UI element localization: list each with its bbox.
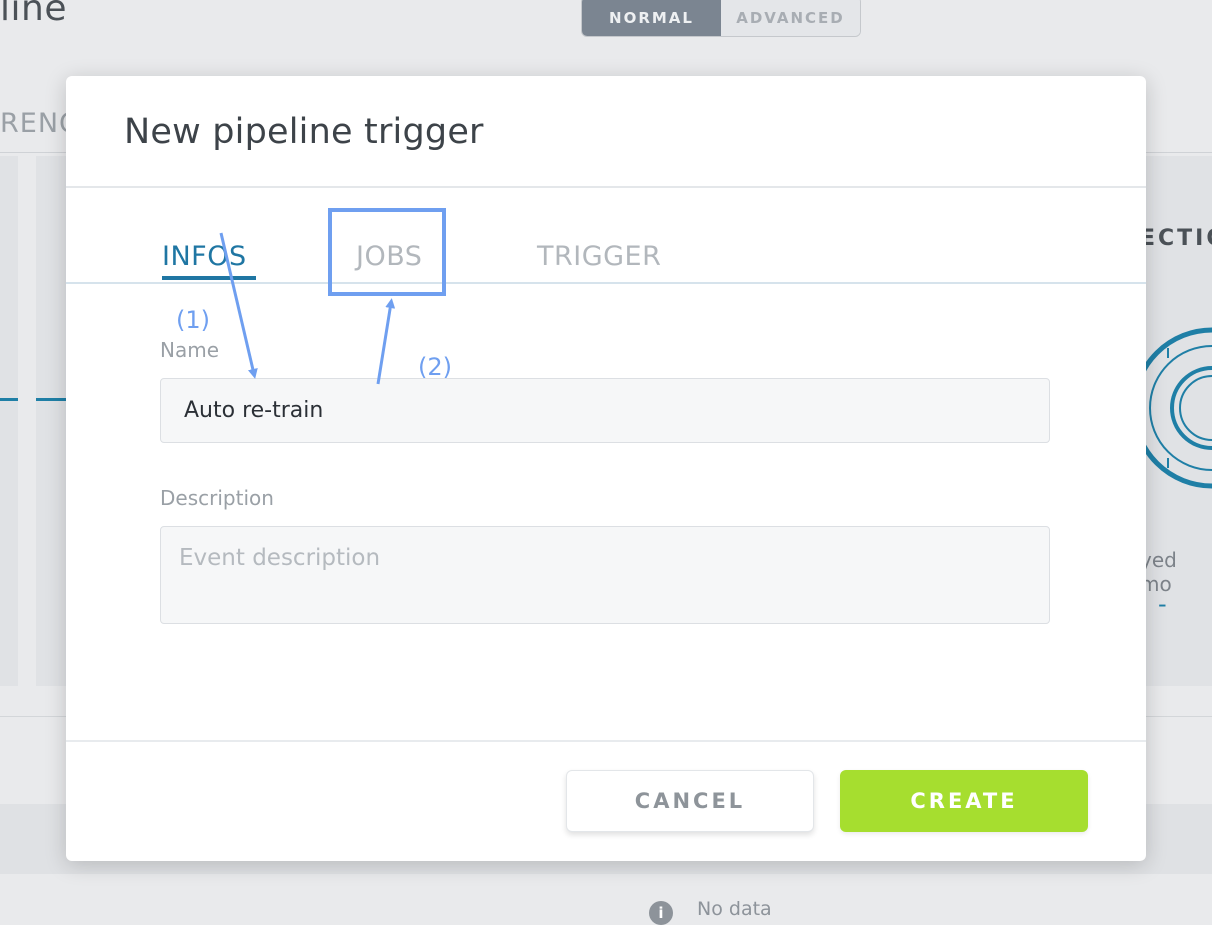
- background-metric-value: -: [1158, 590, 1167, 618]
- info-icon: i: [649, 901, 673, 925]
- name-input[interactable]: [160, 378, 1050, 443]
- active-tab-indicator: [162, 276, 256, 280]
- no-data-text: No data: [697, 898, 772, 920]
- tabs-divider: [66, 282, 1146, 284]
- tab-infos[interactable]: INFOS: [162, 241, 247, 272]
- dialog-title: New pipeline trigger: [124, 112, 484, 152]
- page-title: line: [0, 0, 67, 29]
- background-dashed-line: [36, 398, 68, 401]
- header-divider: [66, 186, 1146, 188]
- name-label: Name: [160, 338, 220, 362]
- background-panel: [0, 156, 18, 686]
- annotation-label-1: (1): [176, 306, 210, 334]
- tab-trigger[interactable]: TRIGGER: [537, 241, 661, 272]
- mode-normal-button[interactable]: NORMAL: [582, 0, 721, 36]
- description-label: Description: [160, 486, 274, 510]
- annotation-label-2: (2): [418, 353, 452, 381]
- background-dashed-line: [0, 398, 18, 401]
- cancel-button[interactable]: CANCEL: [566, 770, 814, 832]
- mode-advanced-button[interactable]: ADVANCED: [721, 0, 860, 36]
- new-pipeline-trigger-dialog: New pipeline trigger INFOS JOBS TRIGGER …: [66, 76, 1146, 861]
- tab-jobs[interactable]: JOBS: [356, 241, 422, 272]
- footer-divider: [66, 740, 1146, 742]
- mode-toggle: NORMAL ADVANCED: [581, 0, 861, 37]
- background-panel: [36, 156, 68, 686]
- description-input[interactable]: [160, 526, 1050, 624]
- create-button[interactable]: CREATE: [840, 770, 1088, 832]
- background-section-heading: ECTIO: [1140, 226, 1212, 251]
- background-deployed-label: yed mo: [1140, 548, 1177, 596]
